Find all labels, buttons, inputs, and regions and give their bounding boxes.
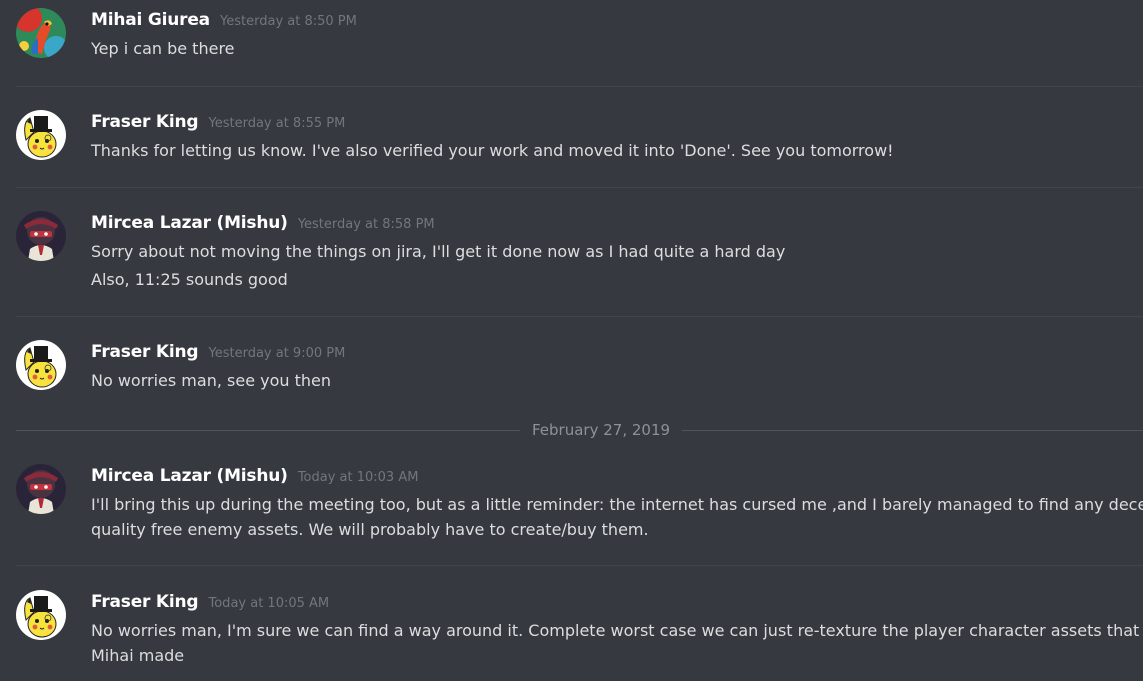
masked-character-avatar-icon[interactable] <box>16 211 66 261</box>
message-separator <box>16 86 1143 87</box>
message-separator <box>16 187 1143 188</box>
message-text: I'll bring this up during the meeting to… <box>91 495 1143 514</box>
message-author[interactable]: Mircea Lazar (Mishu) <box>91 466 288 486</box>
message-text: Sorry about not moving the things on jir… <box>91 242 786 261</box>
message-text: quality free enemy assets. We will proba… <box>91 519 649 539</box>
parrot-avatar-icon[interactable] <box>16 8 66 58</box>
message-timestamp: Yesterday at 8:58 PM <box>297 217 435 232</box>
message-author[interactable]: Fraser King <box>91 592 199 612</box>
message-separator <box>16 316 1143 317</box>
pikachu-tophat-avatar-icon[interactable] <box>16 110 66 160</box>
message-text: Mihai made <box>91 645 185 665</box>
message-author[interactable]: Mihai Giurea <box>91 10 210 30</box>
message-timestamp: Today at 10:03 AM <box>297 470 419 485</box>
date-divider-label: February 27, 2019 <box>520 420 683 440</box>
message-author[interactable]: Fraser King <box>91 342 199 362</box>
pikachu-tophat-avatar-icon[interactable] <box>16 340 66 390</box>
chat-message-list[interactable]: Mihai Giurea Yesterday at 8:50 PM Yep i … <box>0 0 1143 681</box>
message-timestamp: Yesterday at 8:55 PM <box>208 116 346 131</box>
message-text: No worries man, I'm sure we can find a w… <box>91 621 1140 640</box>
message-text: No worries man, see you then <box>91 371 331 390</box>
message-separator <box>16 565 1143 566</box>
message-timestamp: Yesterday at 8:50 PM <box>220 14 357 29</box>
message-author[interactable]: Mircea Lazar (Mishu) <box>91 213 288 233</box>
masked-character-avatar-icon[interactable] <box>16 464 66 514</box>
pikachu-tophat-avatar-icon[interactable] <box>16 590 66 640</box>
message-text: Thanks for letting us know. I've also ve… <box>91 141 894 160</box>
message-text: Also, 11:25 sounds good <box>91 269 288 289</box>
message-timestamp: Yesterday at 9:00 PM <box>208 346 346 361</box>
message-timestamp: Today at 10:05 AM <box>208 596 330 611</box>
message-text: Yep i can be there <box>91 39 235 58</box>
message-author[interactable]: Fraser King <box>91 112 199 132</box>
